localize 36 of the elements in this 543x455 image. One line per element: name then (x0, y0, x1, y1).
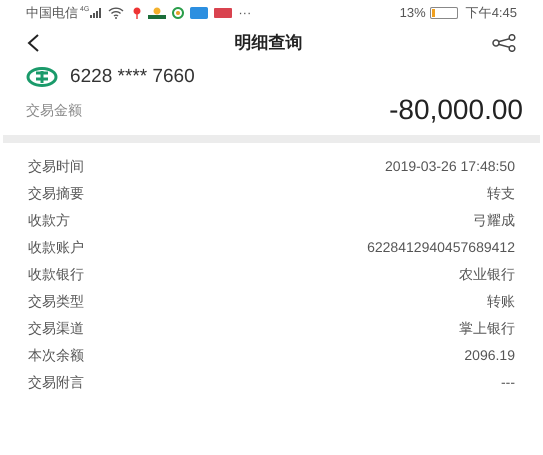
more-notifications: ··· (238, 4, 252, 22)
amount-label: 交易金额 (26, 100, 82, 120)
detail-label: 收款账户 (28, 238, 84, 257)
signal-icon (90, 8, 102, 18)
app-icon (148, 7, 166, 19)
detail-value: --- (501, 373, 515, 392)
transaction-amount: -80,000.00 (389, 93, 523, 127)
detail-value: 6228412940457689412 (367, 238, 515, 257)
battery-percent: 13% (400, 4, 426, 22)
pin-icon (132, 6, 142, 20)
time: 下午4:45 (466, 4, 517, 22)
detail-label: 交易类型 (28, 292, 84, 311)
detail-value: 转支 (487, 184, 515, 203)
detail-label: 本次余额 (28, 346, 84, 365)
detail-value: 转账 (487, 292, 515, 311)
app-icon (190, 7, 208, 19)
detail-label: 交易时间 (28, 157, 84, 176)
detail-value: 掌上银行 (459, 319, 515, 338)
share-button[interactable] (491, 31, 517, 55)
bank-logo-icon (26, 67, 58, 87)
detail-value: 2096.19 (464, 346, 515, 365)
detail-label: 交易渠道 (28, 319, 84, 338)
app-icon (214, 8, 232, 18)
carrier-name: 中国电信 (26, 4, 78, 22)
detail-value: 2019-03-26 17:48:50 (385, 157, 515, 176)
detail-value: 弓耀成 (473, 211, 515, 230)
detail-label: 收款银行 (28, 265, 84, 284)
page-title: 明细查询 (234, 32, 304, 54)
battery-icon (430, 7, 458, 19)
detail-value: 农业银行 (459, 265, 515, 284)
detail-label: 交易摘要 (28, 184, 84, 203)
detail-label: 收款方 (28, 211, 70, 230)
app-icon (172, 7, 184, 19)
card-number: 6228 **** 7660 (70, 64, 195, 89)
wifi-icon (108, 7, 124, 19)
detail-label: 交易附言 (28, 373, 84, 392)
